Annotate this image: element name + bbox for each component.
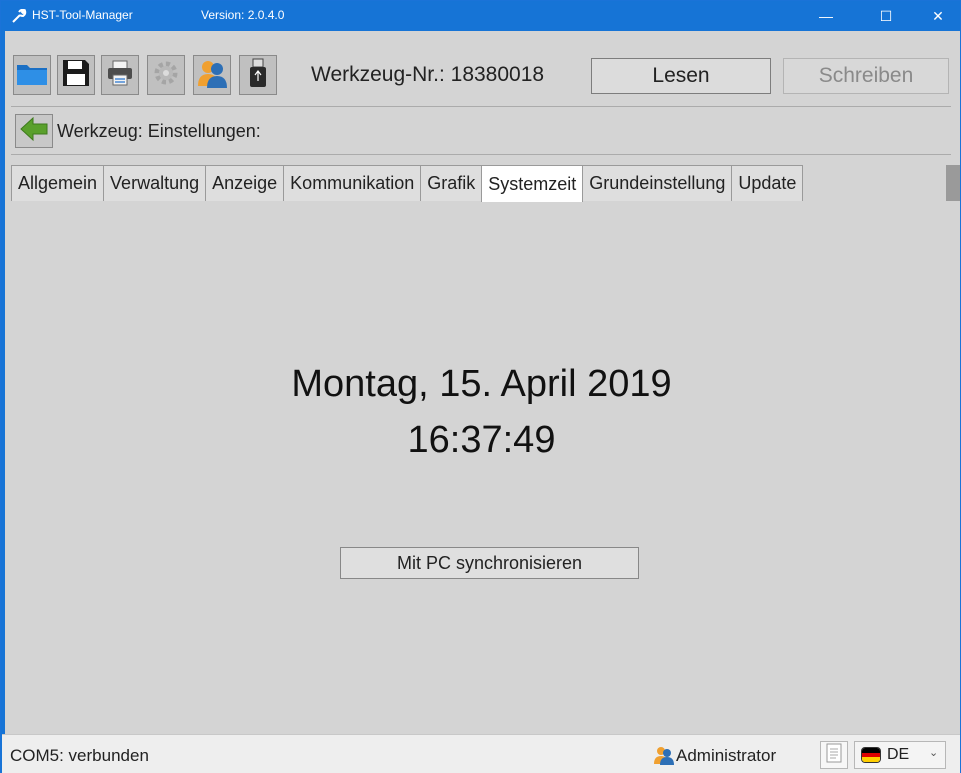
users-icon bbox=[196, 58, 228, 93]
system-time: 16:37:49 bbox=[407, 419, 556, 461]
settings-button[interactable] bbox=[147, 55, 185, 95]
tab-grafik[interactable]: Grafik bbox=[420, 165, 483, 201]
open-button[interactable] bbox=[13, 55, 51, 95]
back-arrow-icon bbox=[19, 116, 49, 147]
save-icon bbox=[61, 58, 91, 93]
app-version: Version: 2.0.4.0 bbox=[201, 8, 285, 22]
tab-bar: Allgemein Verwaltung Anzeige Kommunikati… bbox=[11, 165, 804, 202]
tab-scroll-handle[interactable] bbox=[946, 165, 960, 201]
breadcrumb-divider bbox=[11, 154, 951, 155]
print-button[interactable] bbox=[101, 55, 139, 95]
write-button[interactable]: Schreiben bbox=[783, 58, 949, 94]
toolbar-divider bbox=[11, 106, 951, 107]
chevron-down-icon: ⌄ bbox=[929, 747, 939, 759]
tab-anzeige[interactable]: Anzeige bbox=[205, 165, 285, 201]
tab-update[interactable]: Update bbox=[731, 165, 804, 201]
current-user: Administrator bbox=[676, 746, 777, 765]
usb-button[interactable] bbox=[239, 55, 277, 95]
language-value: DE bbox=[887, 746, 910, 763]
users-button[interactable] bbox=[193, 55, 231, 95]
system-date: Montag, 15. April 2019 bbox=[291, 363, 672, 405]
tool-number-label: Werkzeug-Nr.: 18380018 bbox=[311, 63, 545, 86]
minimize-button[interactable]: — bbox=[803, 1, 849, 31]
german-flag-icon bbox=[861, 747, 881, 763]
maximize-button[interactable]: ☐ bbox=[863, 1, 909, 31]
breadcrumb: Werkzeug: Einstellungen: bbox=[57, 121, 261, 141]
wrench-icon bbox=[11, 8, 27, 23]
tab-kommunikation[interactable]: Kommunikation bbox=[283, 165, 422, 201]
app-title: HST-Tool-Manager bbox=[32, 8, 133, 22]
tab-grundeinstellung[interactable]: Grundeinstellung bbox=[582, 165, 733, 201]
tab-systemzeit[interactable]: Systemzeit bbox=[481, 165, 584, 202]
back-button[interactable] bbox=[15, 114, 53, 148]
log-button[interactable] bbox=[820, 741, 848, 769]
print-icon bbox=[106, 59, 134, 92]
usb-stick-icon bbox=[248, 58, 268, 93]
save-button[interactable] bbox=[57, 55, 95, 95]
tab-verwaltung[interactable]: Verwaltung bbox=[103, 165, 207, 201]
document-icon bbox=[826, 743, 842, 768]
tab-allgemein[interactable]: Allgemein bbox=[11, 165, 105, 201]
close-button[interactable]: ✕ bbox=[915, 1, 961, 31]
sync-with-pc-button[interactable]: Mit PC synchronisieren bbox=[340, 547, 639, 579]
open-folder-icon bbox=[16, 60, 48, 91]
connection-status: COM5: verbunden bbox=[10, 746, 149, 765]
status-bar: COM5: verbunden Administrator DE ⌄ bbox=[2, 734, 960, 773]
user-icon bbox=[654, 745, 674, 765]
read-button[interactable]: Lesen bbox=[591, 58, 771, 94]
settings-gear-icon bbox=[152, 59, 180, 92]
app-window: HST-Tool-Manager Version: 2.0.4.0 — ☐ ✕ bbox=[0, 0, 961, 773]
title-bar[interactable]: HST-Tool-Manager Version: 2.0.4.0 — ☐ ✕ bbox=[1, 1, 960, 31]
language-select[interactable]: DE ⌄ bbox=[854, 741, 946, 769]
